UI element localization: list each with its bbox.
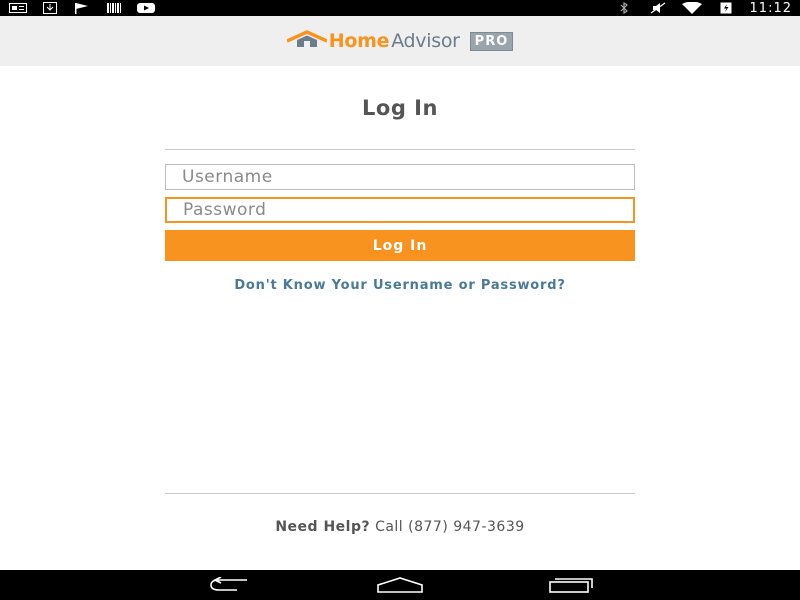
username-input[interactable]	[165, 164, 635, 190]
status-left-icons	[8, 0, 156, 16]
battery-icon	[716, 2, 736, 14]
bottom-divider	[165, 493, 635, 494]
wifi-icon	[681, 2, 702, 14]
status-time: 11:12	[749, 0, 792, 16]
status-bar: 11:12	[0, 0, 800, 16]
back-icon[interactable]	[204, 574, 254, 596]
help-label: Need Help?	[275, 519, 371, 535]
flag-icon	[72, 2, 92, 14]
page-title: Log In	[362, 96, 438, 120]
navigation-bar	[0, 570, 800, 600]
logo-home-text: Home	[328, 30, 390, 52]
barcode-icon	[104, 2, 124, 14]
help-phone[interactable]: Call (877) 947-3639	[375, 519, 525, 535]
logo-advisor-text: Advisor	[391, 30, 460, 52]
homeadvisor-pro-logo: Home Advisor PRO	[286, 30, 514, 52]
home-icon[interactable]	[375, 574, 425, 596]
mute-icon	[648, 2, 668, 14]
news-icon	[8, 2, 28, 14]
status-right-icons: 11:12	[614, 0, 792, 16]
top-divider	[165, 149, 635, 150]
help-line: Need Help? Call (877) 947-3639	[0, 519, 800, 535]
login-button[interactable]: Log In	[165, 230, 635, 261]
house-logo-icon	[286, 30, 328, 52]
forgot-credentials-link[interactable]: Don't Know Your Username or Password?	[0, 278, 800, 293]
logo-pro-badge: PRO	[469, 31, 514, 51]
bluetooth-icon	[614, 2, 634, 14]
youtube-icon	[136, 2, 156, 14]
recents-icon[interactable]	[546, 574, 596, 596]
password-input[interactable]	[165, 197, 635, 223]
download-icon	[40, 2, 60, 14]
app-header: Home Advisor PRO	[0, 16, 800, 66]
